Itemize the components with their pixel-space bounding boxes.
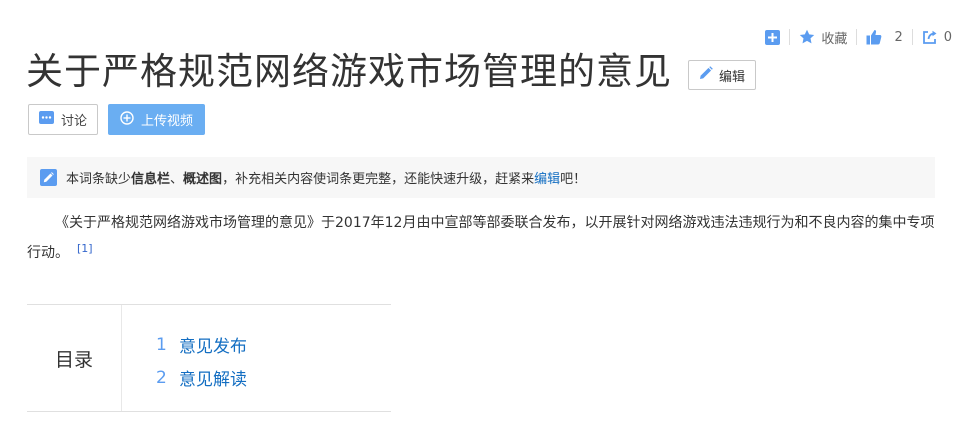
page-title: 关于严格规范网络游戏市场管理的意见 [26, 50, 672, 93]
reference-link[interactable]: [1] [77, 242, 93, 255]
share-icon [922, 29, 938, 45]
notice-separator: 、 [170, 172, 184, 187]
share-button[interactable]: 0 [922, 29, 952, 45]
chat-icon [38, 111, 54, 128]
upload-video-button[interactable]: 上传视频 [108, 104, 205, 135]
discuss-button[interactable]: 讨论 [28, 104, 98, 135]
pencil-icon [699, 66, 713, 84]
divider [911, 29, 913, 45]
notice-edit-link[interactable]: 编辑 [534, 168, 560, 187]
summary-text: 《关于严格规范网络游戏市场管理的意见》于2017年12月由中宣部等部委联合发布，… [27, 215, 935, 261]
toc-list: 1 意见发布 2 意见解读 [122, 305, 247, 411]
toc-item-number: 1 [156, 334, 167, 355]
pencil-icon [40, 169, 57, 186]
upload-video-label: 上传视频 [140, 114, 193, 129]
divider [856, 29, 858, 45]
toc-heading: 目录 [27, 305, 122, 411]
edit-label: 编辑 [719, 69, 746, 85]
like-count: 2 [894, 29, 903, 45]
notice-prefix: 本词条缺少 [66, 172, 132, 187]
notice-missing-infobox: 信息栏 [131, 172, 171, 187]
title-row: 关于严格规范网络游戏市场管理的意见 编辑 [26, 44, 757, 100]
toc-item-number: 2 [156, 367, 167, 388]
plus-circle-icon [120, 110, 134, 129]
plus-square-icon [765, 29, 781, 45]
toc-item[interactable]: 1 意见发布 [156, 328, 247, 361]
top-action-bar: 收藏 2 0 [765, 26, 952, 48]
notice-missing-overview-image: 概述图 [183, 172, 223, 187]
notice-middle: ，补充相关内容使词条更完整，还能快速升级，赶紧来 [222, 172, 535, 187]
edit-button[interactable]: 编辑 [688, 60, 757, 90]
action-button-row: 讨论 上传视频 [28, 104, 205, 135]
table-of-contents: 目录 1 意见发布 2 意见解读 [27, 304, 391, 412]
notice-suffix: 吧！ [560, 172, 587, 187]
thumbs-up-icon [866, 29, 882, 45]
toc-item[interactable]: 2 意见解读 [156, 361, 247, 394]
share-count: 0 [943, 29, 952, 45]
divider [789, 29, 791, 45]
toc-item-label: 意见解读 [179, 370, 247, 390]
incomplete-entry-notice: 本词条缺少 信息栏、概述图 ，补充相关内容使词条更完整，还能快速升级，赶紧来 编辑 吧！ [27, 157, 935, 198]
summary-paragraph: 《关于严格规范网络游戏市场管理的意见》于2017年12月由中宣部等部委联合发布，… [27, 211, 939, 266]
favorite-button[interactable]: 收藏 [799, 28, 847, 47]
like-button[interactable]: 2 [866, 29, 903, 45]
favorite-label: 收藏 [821, 31, 848, 47]
add-button[interactable] [765, 29, 781, 45]
toc-item-label: 意见发布 [179, 337, 247, 357]
discuss-label: 讨论 [60, 114, 87, 129]
star-icon [799, 29, 815, 45]
